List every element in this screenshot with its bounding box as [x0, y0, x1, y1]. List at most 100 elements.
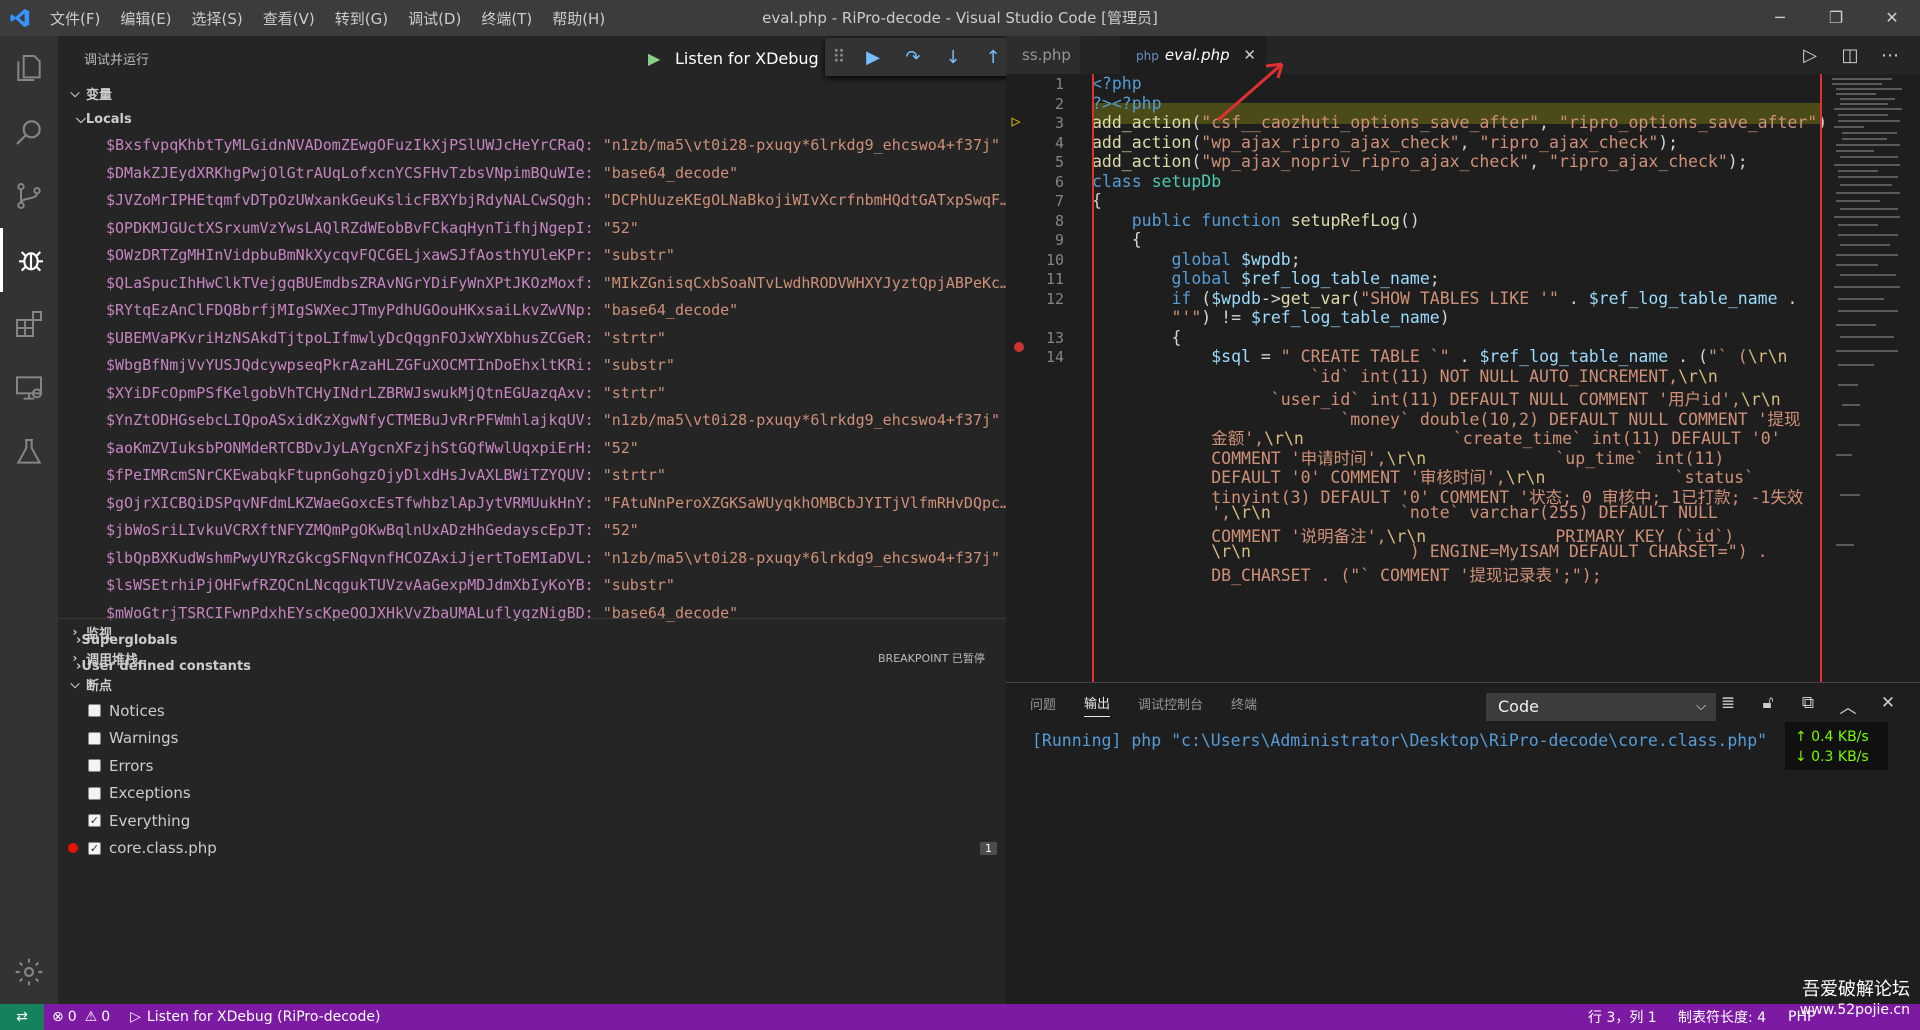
menu-help[interactable]: 帮助(H) — [542, 8, 615, 29]
editor-scrollbar[interactable] — [1906, 74, 1920, 682]
menu-go[interactable]: 转到(G) — [325, 8, 398, 29]
drag-handle-icon[interactable]: ⠿ — [825, 47, 853, 68]
breakpoint-item[interactable]: ✓ Everything — [58, 807, 1006, 835]
menu-debug[interactable]: 调试(D) — [398, 8, 471, 29]
warning-count[interactable]: 0 — [101, 1009, 110, 1025]
variable-name: $RYtqEzAnClFDQBbrfjMIgSWXecJTmyPdhUGOouH… — [106, 301, 594, 319]
variable-row[interactable]: $UBEMVaPKvriHzNSAkdTjtpoLIfmwlyDcQqgnFOJ… — [58, 325, 1006, 353]
line-number: 6 — [1054, 172, 1064, 191]
breakpoint-item[interactable]: Warnings — [58, 725, 1006, 753]
variable-name: $fPeIMRcmSNrCKEwabqkFtupnGohgzOjyDlxdHsJ… — [106, 466, 594, 484]
continue-icon[interactable]: ▶ — [853, 47, 893, 68]
menu-selection[interactable]: 选择(S) — [182, 8, 253, 29]
launch-config-select[interactable]: Listen for XDebug — [675, 49, 819, 68]
breakpoint-dot-icon[interactable] — [1014, 342, 1024, 352]
breakpoint-item[interactable]: Errors — [58, 752, 1006, 780]
breakpoint-item[interactable]: Notices — [58, 697, 1006, 725]
debug-icon[interactable] — [0, 228, 58, 292]
line-number: 1 — [1054, 75, 1064, 93]
variable-value: "52" — [602, 521, 639, 539]
variable-value: "strtr" — [602, 466, 666, 484]
menu-terminal[interactable]: 终端(T) — [471, 8, 542, 29]
test-flask-icon[interactable] — [0, 420, 58, 484]
error-circle-icon[interactable]: ⊗ — [52, 1009, 64, 1025]
start-debug-icon[interactable]: ▶ — [648, 49, 660, 68]
lock-scroll-icon[interactable]: 🔓︎ — [1748, 693, 1788, 718]
panel-tab-terminal[interactable]: 终端 — [1231, 694, 1257, 717]
variable-row[interactable]: $WbgBfNmjVvYUSJQdcywpseqPkrAzaHLZGFuXOCM… — [58, 352, 1006, 380]
remote-indicator-icon[interactable]: ⇄ — [0, 1004, 44, 1030]
bottom-panel: 问题 输出 调试控制台 终端 Code ⌵ ≣ 🔓︎ ⧉ ︿ ✕ [Runnin… — [1006, 682, 1920, 1004]
panel-tab-problems[interactable]: 问题 — [1030, 694, 1056, 717]
debug-status[interactable]: Listen for XDebug (RiPro-decode) — [147, 1009, 381, 1025]
variable-value: "substr" — [602, 246, 675, 264]
code-line-9: { — [1092, 230, 1142, 249]
maximize-panel-icon[interactable]: ︿ — [1828, 693, 1868, 718]
step-into-icon[interactable]: ↓ — [933, 47, 973, 68]
panel-tab-output[interactable]: 输出 — [1084, 693, 1111, 717]
variable-row[interactable]: $OPDKMJGUctXSrxumVzYwsLAQlRZdWEobBvFCkaq… — [58, 215, 1006, 243]
variable-row[interactable]: $JVZoMrIPHEtqmfvDTpOzUWxankGeuKslicFBXYb… — [58, 187, 1006, 215]
watch-section-header[interactable]: › 监视 — [58, 619, 1006, 645]
minimize-icon[interactable]: ─ — [1752, 0, 1808, 36]
code-editor[interactable]: 1 2 3 4 5 6 7 8 9 10 11 12 13 14 ▷ <?php ?><?php add_… — [1006, 74, 1830, 682]
variable-row[interactable]: $OWzDRTZgMHInVidpbuBmNkXycqvFQCGELjxawSJ… — [58, 242, 1006, 270]
remote-explorer-icon[interactable] — [0, 356, 58, 420]
tab-core-class-php[interactable]: ss.php — [1006, 36, 1080, 74]
breakpoint-checkbox[interactable] — [88, 731, 101, 745]
panel-tab-debug-console[interactable]: 调试控制台 — [1138, 694, 1203, 717]
warning-triangle-icon[interactable]: ⚠ — [85, 1009, 98, 1025]
restore-icon[interactable]: ❐ — [1808, 0, 1864, 36]
clear-output-icon[interactable]: ≣ — [1708, 693, 1748, 718]
breakpoint-checkbox[interactable] — [88, 786, 101, 800]
menu-file[interactable]: 文件(F) — [40, 8, 110, 29]
variable-row[interactable]: $YnZtODHGsebcLIQpoASxidKzXgwNfyCTMEBuJvR… — [58, 407, 1006, 435]
callstack-status: BREAKPOINT 已暂停 — [878, 652, 985, 665]
settings-gear-icon[interactable] — [0, 940, 58, 1004]
menu-edit[interactable]: 编辑(E) — [110, 8, 181, 29]
run-icon[interactable]: ▷ — [1790, 45, 1830, 66]
variable-row[interactable]: $BxsfvpqKhbtTyMLGidnNVADomZEwgOFuzIkXjPS… — [58, 132, 1006, 160]
source-control-icon[interactable] — [0, 164, 58, 228]
breakpoint-item[interactable]: Exceptions — [58, 780, 1006, 808]
close-window-icon[interactable]: ✕ — [1864, 0, 1920, 36]
step-over-icon[interactable]: ↷ — [893, 47, 933, 68]
variable-row[interactable]: $DMakZJEydXRKhgPwjOlGtrAUqLofxcnYCSFHvTz… — [58, 160, 1006, 188]
explorer-icon[interactable] — [0, 36, 58, 100]
locals-scope[interactable]: ⌵ Locals — [58, 106, 1006, 132]
more-actions-icon[interactable]: ⋯ — [1870, 45, 1910, 66]
search-icon[interactable] — [0, 100, 58, 164]
variable-row[interactable]: $aoKmZVIuksbPONMdeRTCBDvJyLAYgcnXFzjhStG… — [58, 435, 1006, 463]
breakpoint-label: Warnings — [109, 729, 179, 748]
variables-section-header[interactable]: ⌵ 变量 — [58, 80, 1006, 106]
copy-icon[interactable]: ⧉ — [1788, 693, 1828, 718]
extensions-icon[interactable] — [0, 292, 58, 356]
breakpoint-checkbox[interactable]: ✓ — [88, 841, 101, 855]
variable-row[interactable]: $XYiDFcOpmPSfKelgobVhTCHyINdrLZBRWJswukM… — [58, 380, 1006, 408]
tab-size[interactable]: 制表符长度: 4 — [1678, 1007, 1766, 1027]
variable-row[interactable]: $lsWSEtrhiPjOHFwfRZQCnLNcqgukTUVzvAaGexp… — [58, 572, 1006, 600]
code-line-10: global $wpdb; — [1171, 249, 1301, 269]
variable-row[interactable]: $QLaSpucIhHwClkTVejgqBUEmdbsZRAvNGrYDiFy… — [58, 270, 1006, 298]
breakpoints-section-header[interactable]: ⌵ 断点 — [58, 671, 1006, 697]
minimap[interactable] — [1830, 74, 1906, 682]
variable-row[interactable]: $gOjrXICBQiDSPqvNFdmLKZWaeGoxcEsTfwhbzlA… — [58, 490, 1006, 518]
cursor-position[interactable]: 行 3，列 1 — [1588, 1007, 1657, 1027]
breakpoint-checkbox[interactable]: ✓ — [88, 814, 101, 828]
variable-row[interactable]: $RYtqEzAnClFDQBbrfjMIgSWXecJTmyPdhUGOouH… — [58, 297, 1006, 325]
variable-row[interactable]: $lbQpBXKudWshmPwyUYRzGkcgSFNqvnfHCOZAxiJ… — [58, 545, 1006, 573]
breakpoint-item[interactable]: 1 ✓ core.class.php — [58, 835, 1006, 863]
output-channel-select[interactable]: Code ⌵ — [1486, 693, 1716, 721]
callstack-section-header[interactable]: › 调用堆栈 BREAKPOINT 已暂停 — [58, 645, 1006, 671]
error-count[interactable]: 0 — [68, 1009, 77, 1025]
variable-row[interactable]: $fPeIMRcmSNrCKEwabqkFtupnGohgzOjyDlxdHsJ… — [58, 462, 1006, 490]
breakpoint-checkbox[interactable] — [88, 704, 101, 718]
locals-variable-list: $BxsfvpqKhbtTyMLGidnNVADomZEwgOFuzIkXjPS… — [58, 132, 1006, 627]
breakpoint-checkbox[interactable] — [88, 759, 101, 773]
variable-row[interactable]: $jbWoSriLIvkuVCRXftNFYZMQmPgOKwBqlnUxADz… — [58, 517, 1006, 545]
menu-view[interactable]: 查看(V) — [253, 8, 325, 29]
split-editor-icon[interactable]: ◫ — [1830, 45, 1870, 66]
debug-play-icon[interactable]: ▷ — [130, 1009, 141, 1025]
variable-name: $jbWoSriLIvkuVCRXftNFYZMQmPgOKwBqlnUxADz… — [106, 521, 594, 539]
close-panel-icon[interactable]: ✕ — [1868, 693, 1908, 718]
